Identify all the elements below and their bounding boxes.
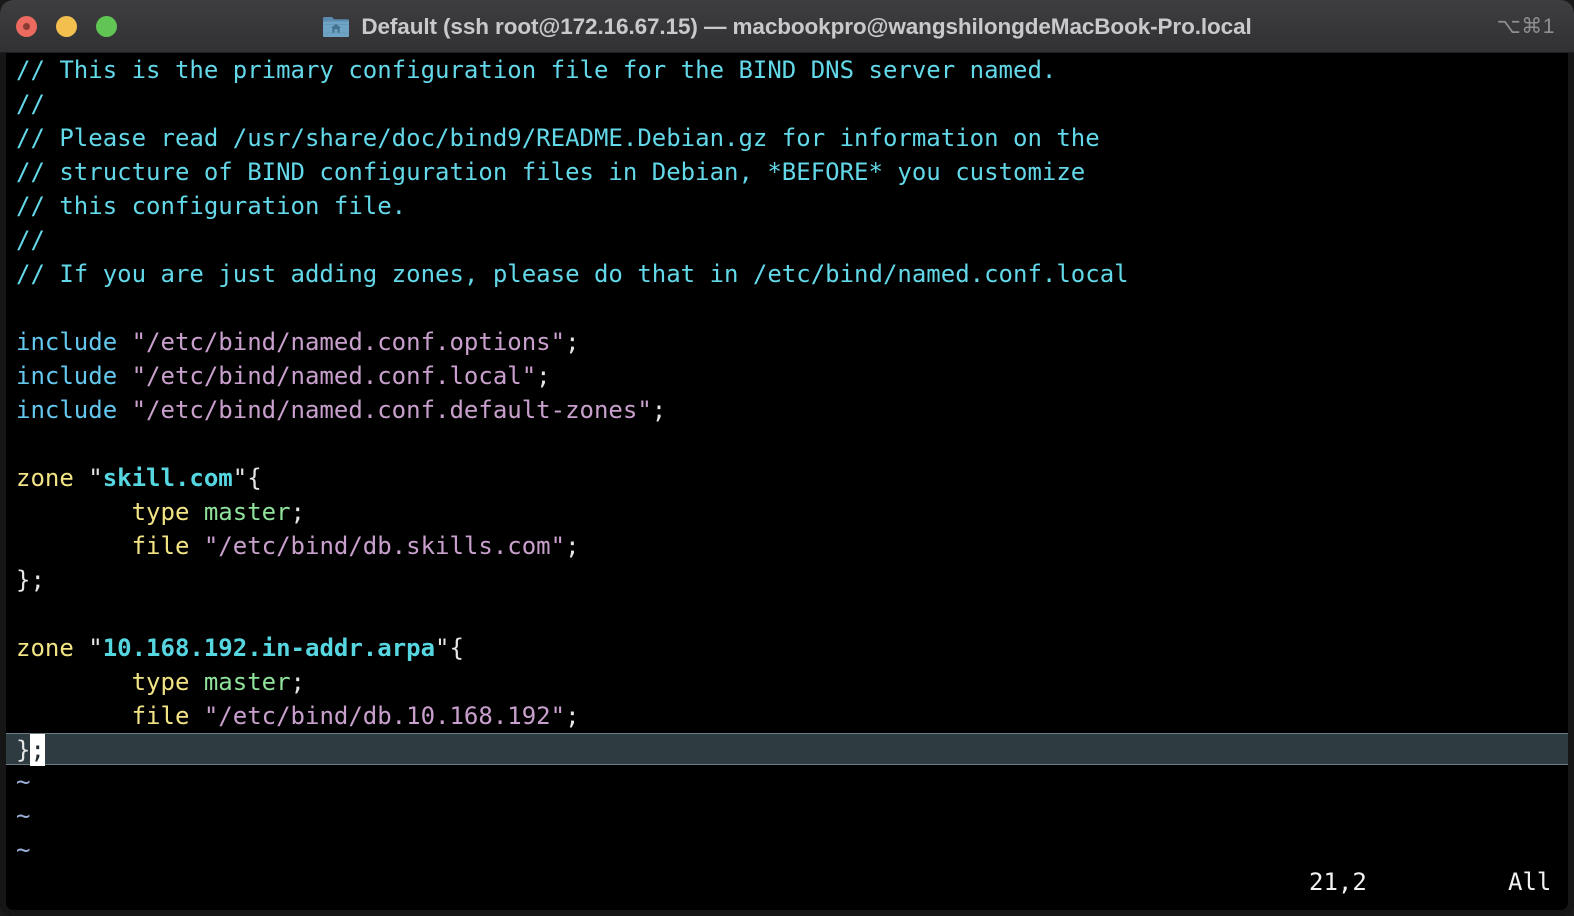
- maximize-button[interactable]: [96, 16, 117, 37]
- code-token: ~: [16, 768, 31, 796]
- editor-line[interactable]: type master;: [6, 665, 1568, 699]
- code-token: 10.168.192.in-addr.arpa: [102, 634, 436, 662]
- terminal-body[interactable]: // This is the primary configuration fil…: [0, 53, 1574, 916]
- close-button[interactable]: [16, 16, 37, 37]
- title-bar[interactable]: Default (ssh root@172.16.67.15) — macboo…: [0, 0, 1574, 53]
- editor-line[interactable]: // structure of BIND configuration files…: [6, 155, 1568, 189]
- code-token: // If you are just adding zones, please …: [16, 260, 1129, 288]
- code-token: include: [16, 362, 132, 390]
- code-token: ;: [565, 328, 580, 356]
- code-token: type: [16, 668, 204, 696]
- code-token: "{: [435, 634, 464, 662]
- window-shortcut-badge: ⌥⌘1: [1496, 15, 1555, 38]
- code-token: zone: [16, 634, 89, 662]
- title-center-group: Default (ssh root@172.16.67.15) — macboo…: [0, 0, 1574, 53]
- code-token: "/etc/bind/named.conf.options": [131, 328, 566, 356]
- editor-line[interactable]: // this configuration file.: [6, 189, 1568, 223]
- code-token: type: [16, 498, 204, 526]
- cursor-position-indicator: 21,2: [1309, 868, 1367, 896]
- text-cursor: ;: [30, 734, 45, 766]
- code-token: master: [203, 668, 291, 696]
- editor-line[interactable]: ~: [6, 799, 1568, 833]
- code-token: }: [16, 736, 31, 764]
- window-title: Default (ssh root@172.16.67.15) — macboo…: [361, 13, 1252, 39]
- code-token: //: [16, 90, 45, 118]
- code-token: include: [16, 328, 132, 356]
- code-token: // structure of BIND configuration files…: [16, 158, 1086, 186]
- editor-line[interactable]: //: [6, 223, 1568, 257]
- code-token: ;: [651, 396, 667, 424]
- vim-status-line: 21,2 All: [6, 860, 1568, 904]
- code-token: file: [16, 702, 204, 730]
- editor-line[interactable]: };: [6, 563, 1568, 597]
- editor-line[interactable]: include "/etc/bind/named.conf.options";: [6, 325, 1568, 359]
- code-token: "/etc/bind/named.conf.default-zones": [131, 396, 652, 424]
- code-token: master: [203, 498, 291, 526]
- code-token: "/etc/bind/db.skills.com": [203, 532, 566, 560]
- terminal-window: Default (ssh root@172.16.67.15) — macboo…: [0, 0, 1574, 916]
- scroll-position-indicator: All: [1508, 868, 1552, 896]
- editor-line[interactable]: file "/etc/bind/db.skills.com";: [6, 529, 1568, 563]
- code-token: skill.com: [102, 464, 233, 492]
- code-token: ": [88, 634, 103, 662]
- editor-line[interactable]: zone "skill.com"{: [6, 461, 1568, 495]
- editor-line[interactable]: [6, 291, 1568, 325]
- code-token: ;: [290, 668, 305, 696]
- home-folder-icon: [323, 16, 350, 37]
- vim-editor-buffer[interactable]: // This is the primary configuration fil…: [6, 53, 1568, 864]
- editor-line[interactable]: file "/etc/bind/db.10.168.192";: [6, 699, 1568, 733]
- editor-line[interactable]: //: [6, 87, 1568, 121]
- editor-line[interactable]: ~: [6, 765, 1568, 799]
- editor-line[interactable]: // Please read /usr/share/doc/bind9/READ…: [6, 121, 1568, 155]
- traffic-light-group: [16, 16, 117, 37]
- code-token: "/etc/bind/named.conf.local": [131, 362, 537, 390]
- code-token: // This is the primary configuration fil…: [16, 56, 1057, 84]
- code-token: zone: [16, 464, 89, 492]
- editor-line[interactable]: include "/etc/bind/named.conf.local";: [6, 359, 1568, 393]
- code-token: // this configuration file.: [16, 192, 407, 220]
- code-token: // Please read /usr/share/doc/bind9/READ…: [16, 124, 1100, 152]
- code-token: };: [16, 566, 45, 594]
- editor-line[interactable]: type master;: [6, 495, 1568, 529]
- code-token: ;: [565, 702, 580, 730]
- editor-line[interactable]: // This is the primary configuration fil…: [6, 53, 1568, 87]
- code-token: ;: [536, 362, 551, 390]
- code-token: ;: [565, 532, 580, 560]
- code-token: ;: [290, 498, 305, 526]
- editor-line[interactable]: [6, 597, 1568, 631]
- code-token: "/etc/bind/db.10.168.192": [203, 702, 566, 730]
- code-token: //: [16, 226, 45, 254]
- code-token: file: [16, 532, 204, 560]
- code-token: "{: [232, 464, 262, 492]
- editor-line-cursor[interactable]: };: [6, 733, 1568, 766]
- editor-line[interactable]: [6, 427, 1568, 461]
- editor-line[interactable]: // If you are just adding zones, please …: [6, 257, 1568, 291]
- editor-line[interactable]: zone "10.168.192.in-addr.arpa"{: [6, 631, 1568, 665]
- minimize-button[interactable]: [56, 16, 77, 37]
- code-token: ": [88, 464, 103, 492]
- editor-line[interactable]: include "/etc/bind/named.conf.default-zo…: [6, 393, 1568, 427]
- code-token: ~: [16, 802, 31, 830]
- code-token: include: [16, 396, 132, 424]
